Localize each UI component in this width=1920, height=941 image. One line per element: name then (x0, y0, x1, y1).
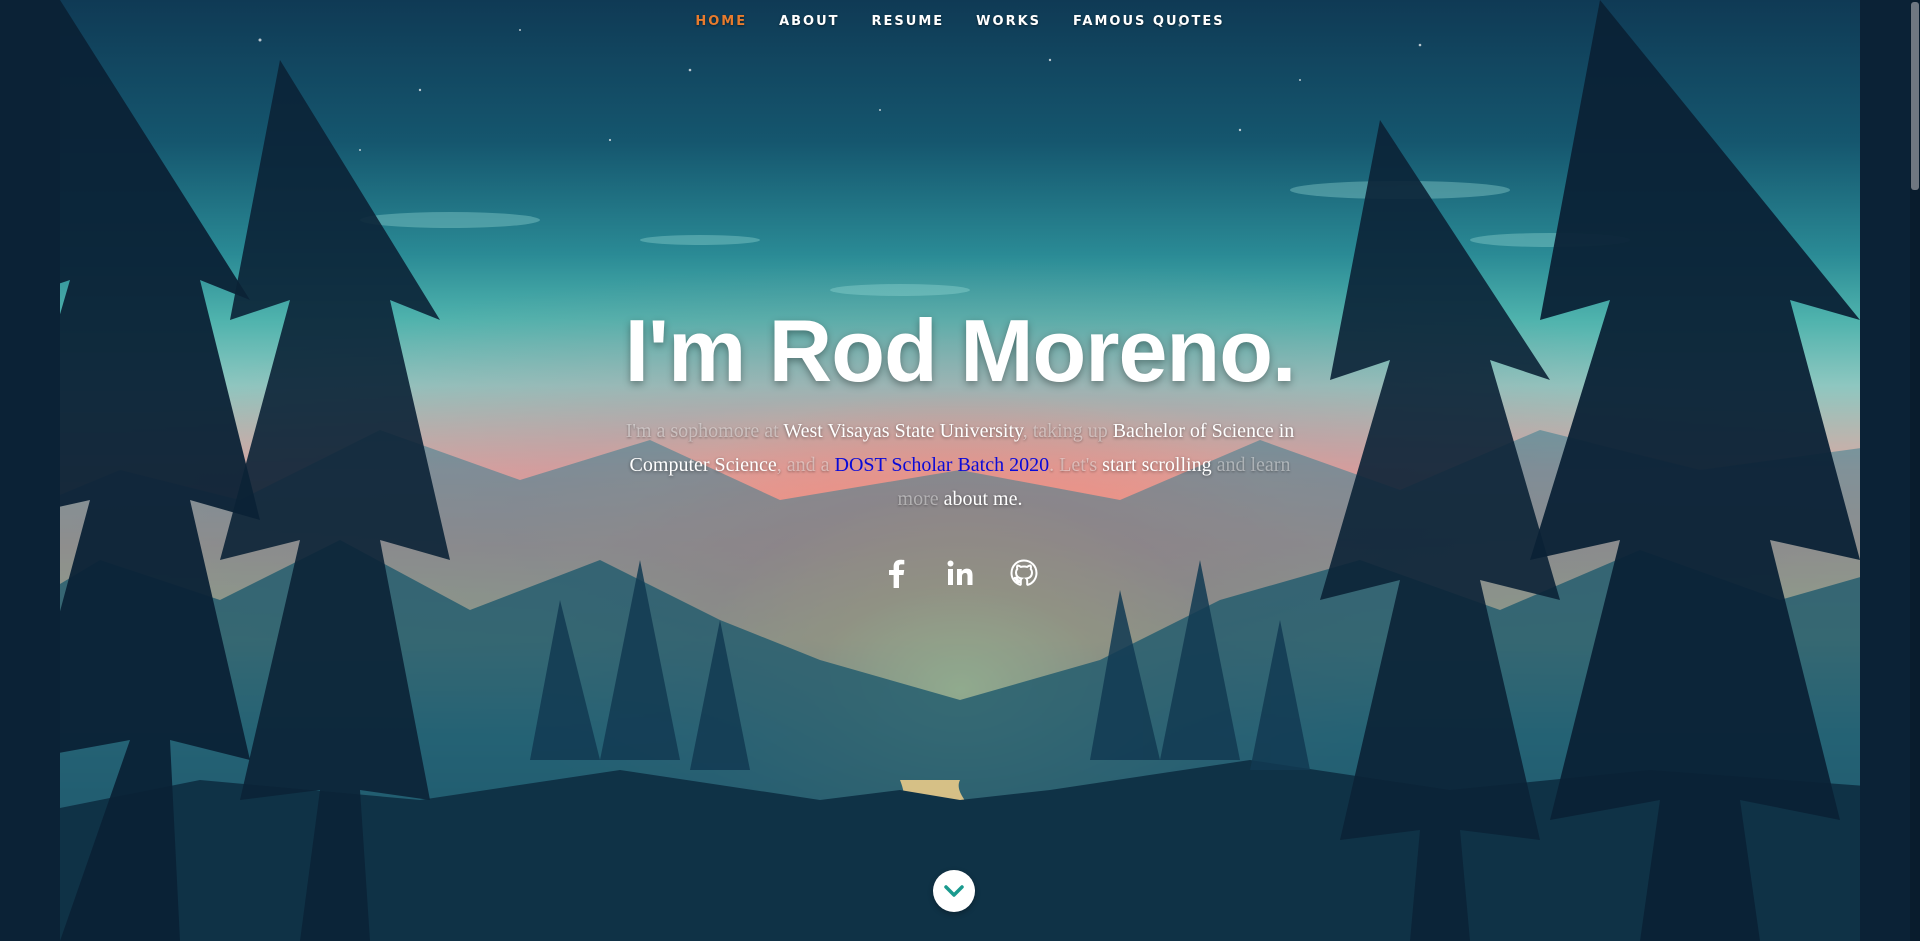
intro-part-9: about me. (938, 488, 1023, 510)
intro-part-7: start scrolling (1097, 454, 1212, 476)
nav-resume[interactable]: RESUME (856, 14, 961, 29)
scrollbar-thumb[interactable] (1911, 2, 1919, 190)
headline: I'm Rod Moreno. (624, 301, 1297, 400)
banner: I'm Rod Moreno. I'm a sophomore at West … (0, 300, 1920, 516)
linkedin-icon (947, 560, 973, 585)
github-link[interactable] (1006, 555, 1042, 591)
nav-about[interactable]: ABOUT (763, 14, 855, 29)
intro-text: I'm a sophomore at West Visayas State Un… (620, 414, 1300, 516)
facebook-link[interactable] (878, 555, 914, 591)
intro-part-3: , taking up (1022, 420, 1108, 442)
intro-part-5: , and a (776, 454, 830, 476)
hero-background: HOME ABOUT RESUME WORKS FAMOUS QUOTES I'… (0, 0, 1920, 941)
intro-university: West Visayas State University (778, 420, 1023, 442)
scrollbar[interactable] (1910, 0, 1920, 941)
intro-part-1: I'm a sophomore at (625, 420, 779, 442)
nav-works[interactable]: WORKS (960, 14, 1057, 29)
dost-scholar-link[interactable]: DOST Scholar Batch 2020 (835, 454, 1050, 476)
intro-part-6: . Let's (1049, 454, 1098, 476)
nav-home[interactable]: HOME (679, 14, 763, 29)
main-nav: HOME ABOUT RESUME WORKS FAMOUS QUOTES (0, 14, 1920, 29)
nav-famous-quotes[interactable]: FAMOUS QUOTES (1057, 14, 1241, 29)
linkedin-link[interactable] (942, 555, 978, 591)
social-links (0, 555, 1920, 591)
scroll-down-button[interactable] (933, 870, 975, 912)
chevron-down-icon (944, 885, 964, 897)
facebook-icon (889, 559, 905, 588)
github-icon (1010, 559, 1038, 586)
